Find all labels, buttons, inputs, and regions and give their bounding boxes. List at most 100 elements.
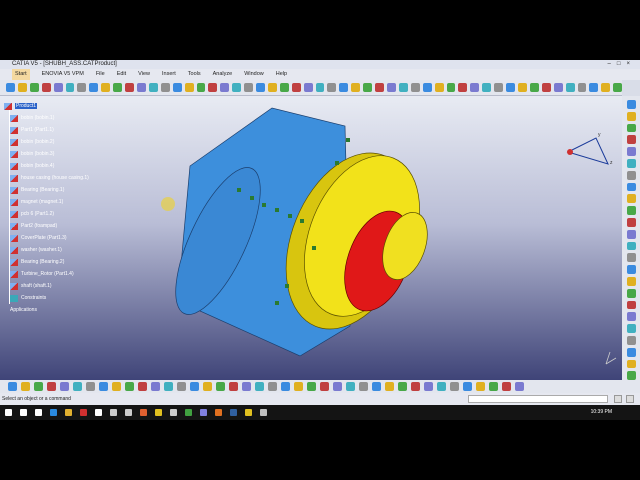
workbench-tool-icon[interactable]	[626, 371, 636, 381]
assembly-tool-icon[interactable]	[411, 382, 420, 391]
toolbar-tool-icon[interactable]	[327, 83, 337, 92]
assembly-tool-icon[interactable]	[372, 382, 381, 391]
taskbar-app-icon[interactable]	[125, 409, 132, 416]
toolbar-tool-icon[interactable]	[410, 83, 420, 92]
toolbar-tool-icon[interactable]	[577, 83, 587, 92]
toolbar-tool-icon[interactable]	[601, 83, 611, 92]
toolbar-tool-icon[interactable]	[375, 83, 384, 92]
workbench-tool-icon[interactable]	[626, 265, 636, 274]
assembly-tool-icon[interactable]	[281, 382, 290, 391]
menu-window[interactable]: Window	[244, 69, 264, 80]
workbench-tool-icon[interactable]	[626, 123, 636, 133]
tree-item[interactable]: Bearing (Bearing.2)	[4, 256, 89, 268]
command-button-2[interactable]	[626, 395, 634, 403]
toolbar-tool-icon[interactable]	[315, 83, 325, 92]
assembly-tool-icon[interactable]	[385, 382, 394, 391]
taskbar-app-icon[interactable]	[200, 409, 207, 416]
toolbar-tool-icon[interactable]	[517, 83, 527, 92]
toolbar-tool-icon[interactable]	[291, 83, 301, 92]
taskbar-app-icon[interactable]	[80, 409, 87, 416]
toolbar-tool-icon[interactable]	[256, 83, 265, 92]
toolbar-tool-icon[interactable]	[279, 83, 289, 92]
workbench-tool-icon[interactable]	[626, 312, 636, 322]
tree-item-constraints[interactable]: Constraints	[4, 292, 89, 304]
menu-enovia[interactable]: ENOVIA V5 VPM	[42, 69, 84, 80]
toolbar-tool-icon[interactable]	[113, 83, 123, 92]
toolbar-tool-icon[interactable]	[125, 83, 134, 92]
toolbar-tool-icon[interactable]	[220, 83, 230, 92]
tree-item[interactable]: pcb 6 (Part1.2)	[4, 208, 89, 220]
taskbar-app-icon[interactable]	[95, 409, 102, 416]
workbench-tool-icon[interactable]	[626, 359, 636, 369]
assembly-tool-icon[interactable]	[437, 382, 446, 391]
workbench-tool-icon[interactable]	[626, 194, 636, 204]
toolbar-tool-icon[interactable]	[196, 83, 206, 92]
assembly-tool-icon[interactable]	[229, 382, 238, 391]
toolbar-tool-icon[interactable]	[422, 83, 432, 92]
taskbar-app-icon[interactable]	[185, 409, 192, 416]
assembly-tool-icon[interactable]	[60, 382, 69, 391]
toolbar-tool-icon[interactable]	[470, 83, 480, 92]
taskbar-app-icon[interactable]	[170, 409, 177, 416]
toolbar-tool-icon[interactable]	[303, 83, 313, 92]
assembly-tool-icon[interactable]	[502, 382, 511, 391]
workbench-tool-icon[interactable]	[626, 206, 636, 215]
toolbar-tool-icon[interactable]	[89, 83, 99, 92]
toolbar-tool-icon[interactable]	[506, 83, 515, 92]
assembly-tool-icon[interactable]	[125, 382, 134, 391]
assembly-tool-icon[interactable]	[359, 382, 368, 391]
toolbar-tool-icon[interactable]	[184, 83, 194, 92]
tree-item[interactable]: Bearing (Bearing.1)	[4, 184, 89, 196]
workbench-tool-icon[interactable]	[626, 241, 636, 251]
3d-viewport[interactable]: yz Product1 bobin (bobin.1) Part1 (Part1.…	[0, 96, 622, 380]
tree-item[interactable]: house casing (house casing.1)	[4, 172, 89, 184]
toolbar-tool-icon[interactable]	[244, 83, 254, 92]
taskbar-app-icon[interactable]	[260, 409, 267, 416]
toolbar-tool-icon[interactable]	[458, 83, 468, 92]
workbench-tool-icon[interactable]	[626, 288, 636, 298]
assembly-tool-icon[interactable]	[450, 382, 459, 391]
workbench-tool-icon[interactable]	[626, 324, 636, 333]
assembly-tool-icon[interactable]	[73, 382, 82, 391]
menu-tools[interactable]: Tools	[188, 69, 201, 80]
toolbar-tool-icon[interactable]	[434, 83, 444, 92]
taskbar-app-icon[interactable]	[5, 409, 12, 416]
assembly-tool-icon[interactable]	[34, 382, 43, 391]
toolbar-tool-icon[interactable]	[351, 83, 361, 92]
toolbar-tool-icon[interactable]	[6, 83, 15, 92]
toolbar-tool-icon[interactable]	[208, 83, 218, 92]
menu-file[interactable]: File	[96, 69, 105, 80]
workbench-tool-icon[interactable]	[626, 182, 636, 192]
tree-root[interactable]: Product1	[4, 100, 89, 112]
assembly-tool-icon[interactable]	[255, 382, 264, 391]
assembly-tool-icon[interactable]	[86, 382, 95, 391]
workbench-tool-icon[interactable]	[626, 347, 636, 357]
assembly-tool-icon[interactable]	[463, 382, 472, 391]
menu-start[interactable]: Start	[12, 69, 30, 80]
toolbar-tool-icon[interactable]	[148, 83, 158, 92]
toolbar-tool-icon[interactable]	[101, 83, 111, 92]
toolbar-tool-icon[interactable]	[136, 83, 146, 92]
toolbar-tool-icon[interactable]	[387, 83, 396, 92]
assembly-tool-icon[interactable]	[99, 382, 108, 391]
toolbar-tool-icon[interactable]	[613, 83, 623, 92]
assembly-tool-icon[interactable]	[476, 382, 485, 391]
toolbar-tool-icon[interactable]	[172, 83, 182, 92]
command-input[interactable]	[468, 395, 608, 403]
taskbar-app-icon[interactable]	[215, 409, 222, 416]
assembly-tool-icon[interactable]	[8, 382, 17, 391]
assembly-tool-icon[interactable]	[190, 382, 199, 391]
workbench-tool-icon[interactable]	[626, 111, 636, 121]
toolbar-tool-icon[interactable]	[267, 83, 277, 92]
assembly-tool-icon[interactable]	[151, 382, 160, 391]
toolbar-tool-icon[interactable]	[232, 83, 242, 92]
tree-item[interactable]: Turbine_Rotor (Part1.4)	[4, 268, 89, 280]
taskbar-app-icon[interactable]	[155, 409, 162, 416]
assembly-tool-icon[interactable]	[333, 382, 342, 391]
taskbar-app-icon[interactable]	[140, 409, 147, 416]
workbench-tool-icon[interactable]	[626, 253, 636, 263]
toolbar-tool-icon[interactable]	[398, 83, 408, 92]
workbench-tool-icon[interactable]	[626, 147, 636, 156]
taskbar-app-icon[interactable]	[65, 409, 72, 416]
assembly-tool-icon[interactable]	[47, 382, 56, 391]
